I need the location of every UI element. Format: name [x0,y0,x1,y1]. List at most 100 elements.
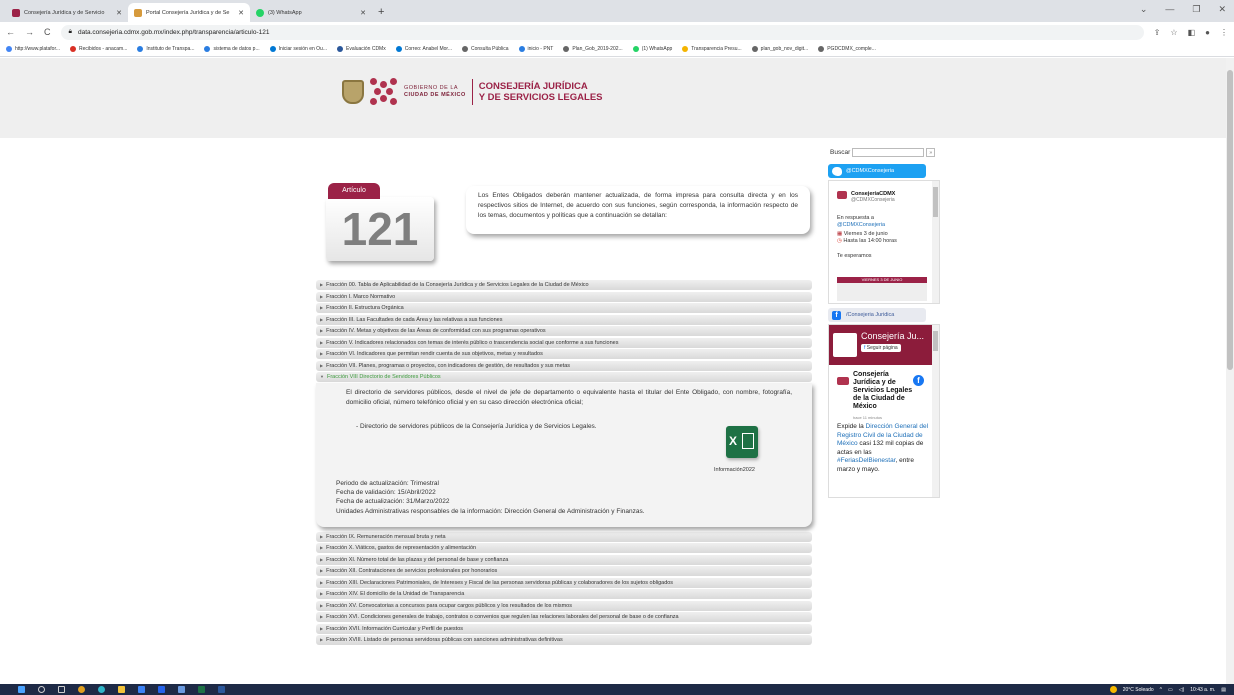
start-icon[interactable] [18,686,25,693]
close-tab-icon[interactable]: ✕ [116,9,122,17]
explorer-icon[interactable] [118,686,125,693]
notification-icon[interactable]: ▤ [1221,687,1226,693]
twitter-scrollbar[interactable] [932,181,939,303]
fraccion-title: Fracción X. Viáticos, gastos de represen… [326,545,477,551]
facebook-page-name[interactable]: Consejería Jurídica y de Servicios Legal… [853,371,913,411]
excel-icon[interactable] [198,686,205,693]
article-label: Artículo [328,183,380,199]
facebook-page-label: /Consejeria Juridica [846,312,895,318]
bookmark-item[interactable]: Iniciar sesión en Ou... [269,46,327,52]
tray-chevron-icon[interactable]: ^ [1160,687,1162,693]
word-icon[interactable] [218,686,225,693]
collapsed-arrow-icon: ▶ [320,591,324,596]
page-scrollbar[interactable] [1226,58,1234,684]
app-icon[interactable] [178,686,185,693]
tab-search-icon[interactable]: ⌄ [1140,4,1148,15]
restore-icon[interactable]: ❐ [1192,4,1200,15]
fraccion-item[interactable]: ▶ Fracción XVI. Condiciones generales de … [316,612,812,622]
bookmark-item[interactable]: Consulta Pública [461,46,509,52]
close-tab-icon[interactable]: ✕ [238,9,244,17]
search-icon[interactable] [38,686,45,693]
facebook-cover-title[interactable]: Consejería Ju... [861,331,924,341]
fraccion-item[interactable]: ▶ Fracción IX. Remuneración mensual bruta… [316,531,812,542]
fraccion-item[interactable]: ▶ Fracción 00. Tabla de Aplicabilidad de … [316,280,812,290]
back-icon[interactable]: ← [6,27,15,37]
browser-tab[interactable]: Consejería Jurídica y de Servicio ✕ [6,3,128,22]
bookmark-item[interactable]: (1) WhatsApp [632,46,672,52]
sidepanel-icon[interactable]: ◧ [1188,28,1196,37]
bookmark-item[interactable]: Instituto de Transpa... [137,46,194,52]
post-hashtag[interactable]: #FeriasDelBienestar [837,457,896,464]
bookmark-item[interactable]: inicio - PNT [518,46,553,52]
volume-icon[interactable]: ◁) [1179,687,1185,693]
fraccion-item[interactable]: ▶ Fracción XVIII. Listado de personas ser… [316,635,812,645]
close-window-icon[interactable]: ✕ [1218,4,1226,15]
new-tab-button[interactable]: + [372,3,390,22]
close-tab-icon[interactable]: ✕ [360,9,366,17]
favicon-icon [134,8,142,17]
facebook-header-bar[interactable]: f /Consejeria Juridica [828,308,926,322]
star-icon[interactable]: ☆ [1170,28,1177,37]
fraccion-item[interactable]: ▶ Fracción XIV. El domicilio de la Unidad… [316,589,812,599]
chrome-icon[interactable] [78,686,85,693]
twitter-header-bar[interactable]: @CDMXConsejeria [828,164,926,178]
profile-icon[interactable]: ● [1205,28,1210,37]
search-input[interactable] [852,148,925,157]
follow-page-button[interactable]: f Seguir página [861,344,901,352]
bookmark-item[interactable]: Correo: Anabel Mor... [395,46,452,52]
fraccion-item[interactable]: ▶ Fracción I. Marco Normativo [316,291,812,302]
site-logo[interactable]: GOBIERNO DE LA CIUDAD DE MÉXICO CONSEJER… [342,78,603,106]
fraccion-item[interactable]: ▶ Fracción VI. Indicadores que permitan r… [316,349,812,359]
fraccion-item[interactable]: ▶ Fracción XI. Número total de las plazas… [316,554,812,565]
menu-icon[interactable]: ⋮ [1220,28,1228,37]
scrollbar-thumb[interactable] [1227,70,1233,370]
browser-tab-active[interactable]: Portal Consejería Jurídica y de Se ✕ [128,3,250,22]
excel-file-icon[interactable]: X [726,425,758,458]
excel-file-link[interactable]: Información2022 [714,467,755,473]
forward-icon[interactable]: → [25,27,34,37]
dept-line2: Y DE SERVICIOS LEGALES [478,92,603,103]
minimize-icon[interactable]: — [1165,4,1174,15]
fraccion-item[interactable]: ▶ Fracción V. Indicadores relacionados co… [316,337,812,348]
toolbar-actions: ⇪ ☆ ◧ ● ⋮ [1154,28,1228,37]
bookmark-item[interactable]: Transparencia Presu... [682,46,742,52]
fraccion-item[interactable]: ▶ Fracción XIII. Declaraciones Patrimonia… [316,577,812,588]
tweet-reply-mention[interactable]: @CDMXConsejeria [837,222,885,229]
task-view-icon[interactable] [58,686,65,693]
edge-icon[interactable] [98,686,105,693]
fraccion-item[interactable]: ▶ Fracción XII. Contrataciones de servici… [316,566,812,576]
browser-tab[interactable]: (3) WhatsApp ✕ [250,3,372,22]
search-button[interactable]: » [926,148,936,157]
fraccion-item[interactable]: ▶ Fracción VII. Planes, programas o proye… [316,360,812,371]
bookmark-item[interactable]: Plan_Gob_2019-202... [563,46,623,52]
whatsapp-icon [256,8,264,17]
fraccion-item[interactable]: ▶ Fracción X. Viáticos, gastos de represe… [316,543,812,553]
collapsed-arrow-icon: ▶ [320,305,324,310]
url-field[interactable]: 🔒︎ data.consejeria.cdmx.gob.mx/index.php/… [60,24,1144,40]
bookmark-item[interactable]: plan_gob_nov_digit... [751,46,808,52]
tweet-image[interactable]: VIERNES 3 DE JUNIO [837,277,927,301]
fraccion-item[interactable]: ▶ Fracción XV. Convocatorias a concursos … [316,600,812,611]
bookmark-item[interactable]: Evaluación CDMx [336,46,386,52]
mail-icon[interactable] [158,686,165,693]
fraccion-item[interactable]: ▶ Fracción II. Estructura Orgánica [316,303,812,313]
bookmark-item[interactable]: http://www.platafor... [6,46,60,52]
fraccion-item[interactable]: ▶ Fracción IV. Metas y objetivos de las Á… [316,326,812,336]
store-icon[interactable] [138,686,145,693]
window-controls: ⌄ — ❐ ✕ [1140,4,1226,15]
fraccion-item[interactable]: ▶ Fracción XVII. Información Curricular y… [316,623,812,634]
bookmark-item[interactable]: Recibidos - anacam... [70,46,127,52]
fraccion-item-open[interactable]: ▼ Fracción VIII Directorio de Servidores … [316,372,812,382]
fraccion-title: Fracción VI. Indicadores que permitan re… [326,351,543,357]
network-icon[interactable]: ▭ [1168,687,1173,693]
facebook-scrollbar[interactable] [932,325,939,497]
bookmark-item[interactable]: sistema de datos p... [204,46,260,52]
share-icon[interactable]: ⇪ [1154,28,1161,37]
clock-label[interactable]: 10:43 a. m. [1190,687,1215,693]
reload-icon[interactable]: C [44,27,51,37]
fraccion-item[interactable]: ▶ Fracción III. Las Facultades de cada Ár… [316,314,812,325]
page-viewport: GOBIERNO DE LA CIUDAD DE MÉXICO CONSEJER… [0,58,1226,684]
bookmark-item[interactable]: PGDCDMX_comple... [818,46,876,52]
fraccion-title: Fracción XII. Contrataciones de servicio… [326,568,498,574]
weather-label[interactable]: 20°C Soleado [1123,687,1154,693]
